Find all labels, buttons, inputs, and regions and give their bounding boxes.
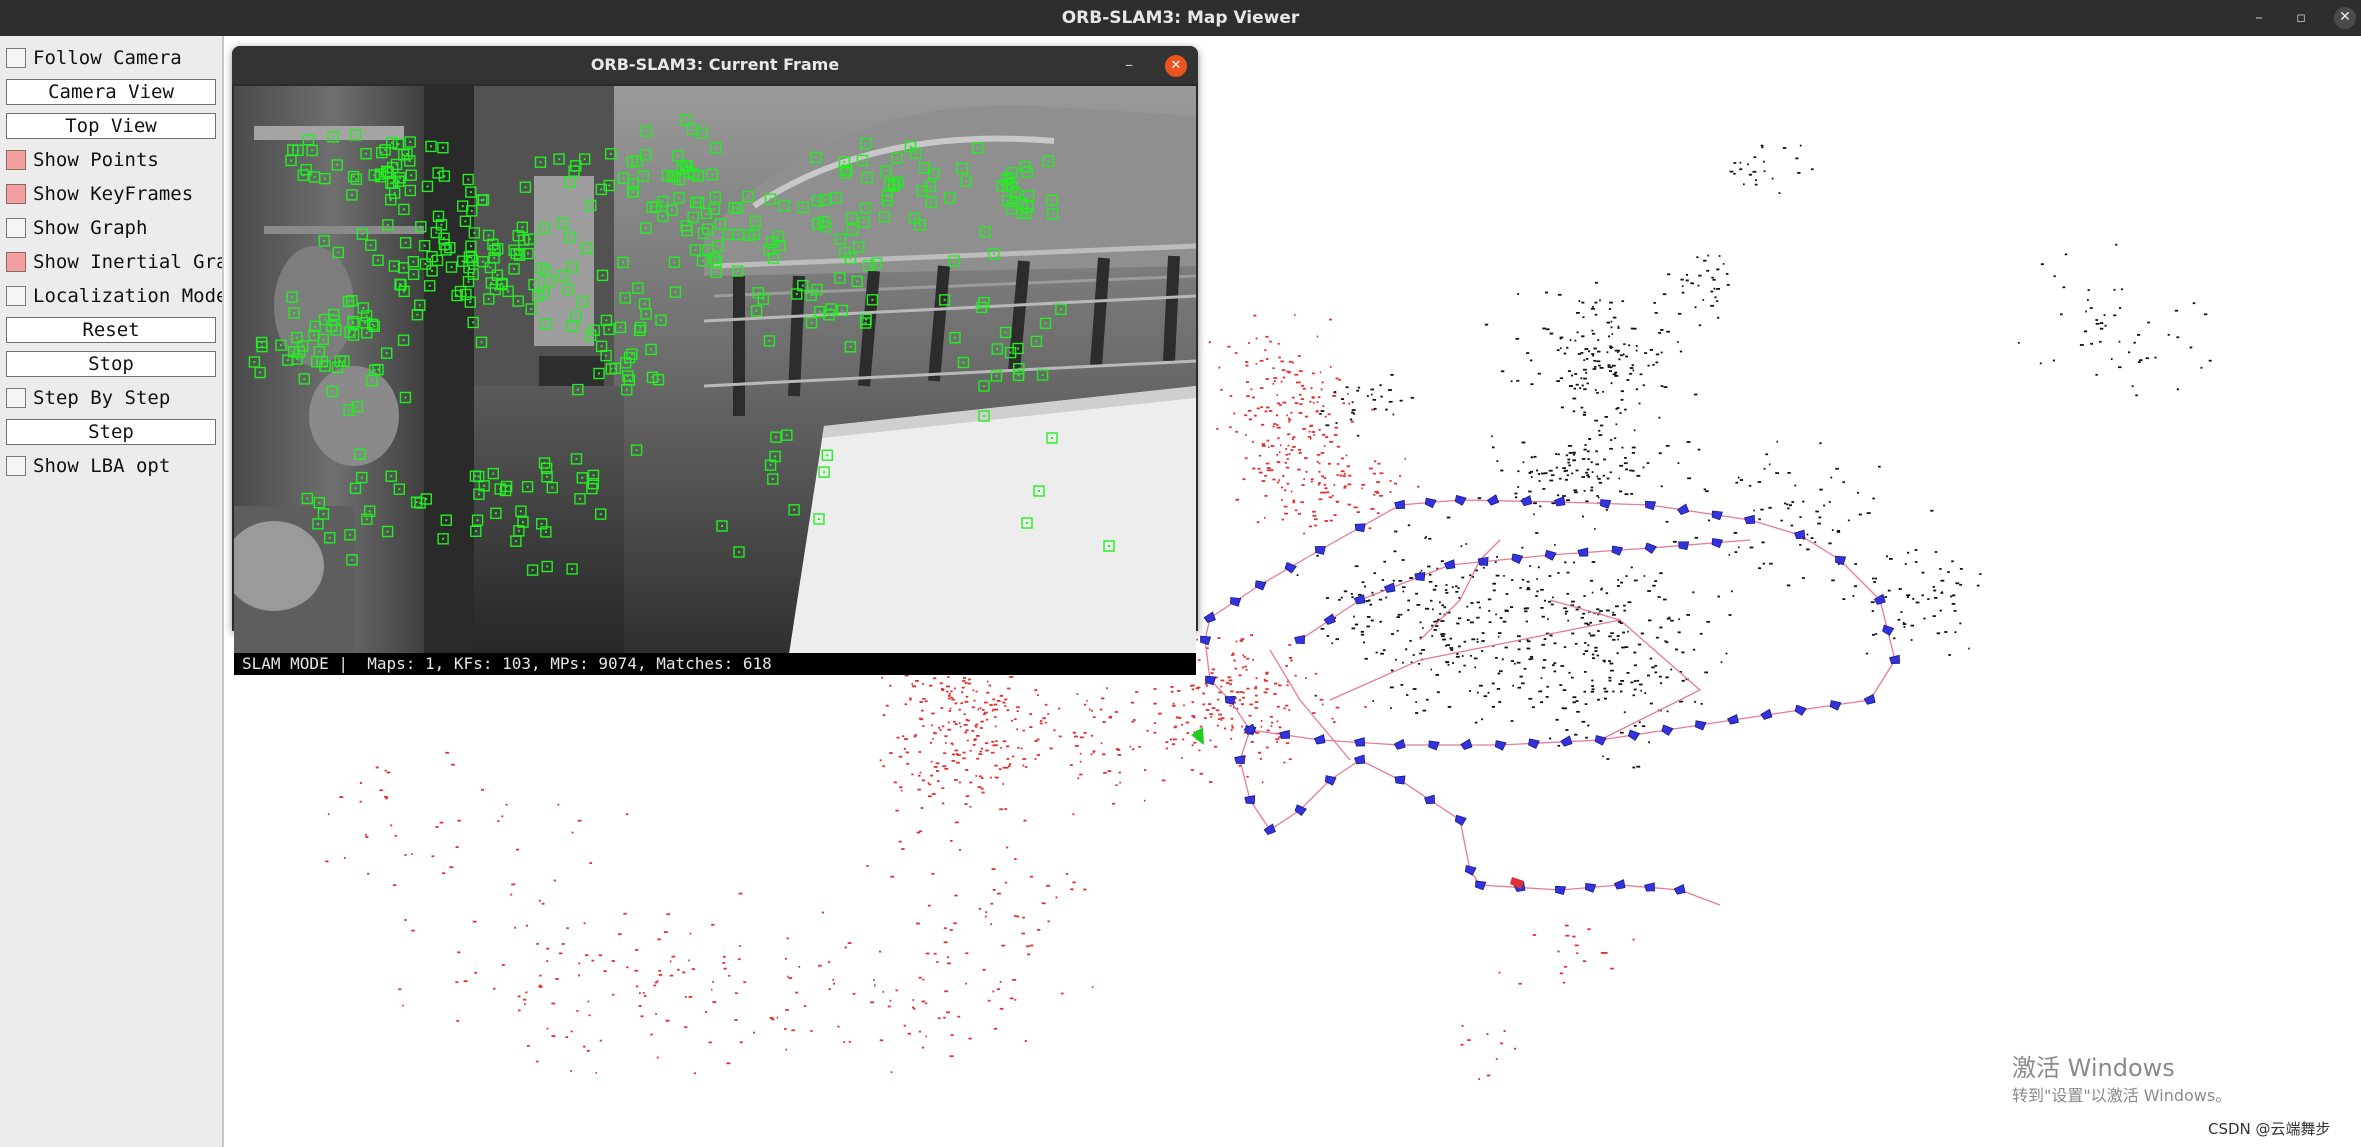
close-button[interactable]: ✕ [2334,7,2356,29]
show-points-checkbox[interactable] [6,150,26,170]
step-by-step-checkbox[interactable] [6,388,26,408]
show-keyframes-label: Show KeyFrames [33,183,194,205]
show-graph-toggle[interactable]: Show Graph [6,215,222,241]
current-frame-titlebar[interactable]: ORB-SLAM3: Current Frame – ✕ [232,46,1198,84]
csdn-watermark: CSDN @云端舞步 [2208,1120,2331,1138]
window-titlebar: ORB-SLAM3: Map Viewer – ▫ ✕ [0,0,2361,36]
maximize-button[interactable]: ▫ [2284,0,2318,36]
keyframe-markers [1200,494,1900,896]
top-view-button[interactable]: Top View [6,113,216,139]
show-lba-opt-toggle[interactable]: Show LBA opt [6,453,222,479]
localization-mode-label: Localization Mode [33,285,222,307]
follow-camera-toggle[interactable]: Follow Camera [6,45,222,71]
step-by-step-label: Step By Step [33,387,171,409]
current-frame-minimize-button[interactable]: – [1118,54,1140,76]
covisibility-graph [1204,499,1896,906]
current-frame-close-button[interactable]: ✕ [1165,55,1187,77]
show-keyframes-checkbox[interactable] [6,184,26,204]
follow-camera-checkbox[interactable] [6,48,26,68]
windows-activation-subtitle: 转到"设置"以激活 Windows。 [2012,1086,2232,1105]
show-points-toggle[interactable]: Show Points [6,147,222,173]
window-title: ORB-SLAM3: Map Viewer [1061,8,1300,28]
map-points [1296,144,2212,769]
windows-activation-title: 激活 Windows [2012,1054,2175,1082]
show-lba-opt-checkbox[interactable] [6,456,26,476]
map-viewer-app: ORB-SLAM3: Map Viewer – ▫ ✕ Follow Camer… [0,0,2361,1147]
step-button[interactable]: Step [6,419,216,445]
camera-frame-image [234,86,1196,654]
reset-button[interactable]: Reset [6,317,216,343]
current-frame-window[interactable]: ORB-SLAM3: Current Frame – ✕ SLAM MODE |… [232,46,1198,675]
follow-camera-label: Follow Camera [33,47,182,69]
show-points-label: Show Points [33,149,159,171]
show-graph-label: Show Graph [33,217,148,239]
control-panel: Follow Camera Camera View Top View Show … [0,36,224,1147]
stop-button[interactable]: Stop [6,351,216,377]
localization-mode-toggle[interactable]: Localization Mode [6,283,222,309]
current-frame-title: ORB-SLAM3: Current Frame [590,55,840,74]
show-keyframes-toggle[interactable]: Show KeyFrames [6,181,222,207]
show-lba-opt-label: Show LBA opt [33,455,171,477]
step-by-step-toggle[interactable]: Step By Step [6,385,222,411]
show-inertial-graph-toggle[interactable]: Show Inertial Graph [6,249,222,275]
slam-status-bar: SLAM MODE | Maps: 1, KFs: 103, MPs: 9074… [234,653,1196,675]
localization-mode-checkbox[interactable] [6,286,26,306]
show-graph-checkbox[interactable] [6,218,26,238]
show-inertial-graph-label: Show Inertial Graph [33,251,222,273]
camera-view-button[interactable]: Camera View [6,79,216,105]
current-camera-icon [1191,727,1204,745]
show-inertial-graph-checkbox[interactable] [6,252,26,272]
minimize-button[interactable]: – [2242,0,2276,36]
